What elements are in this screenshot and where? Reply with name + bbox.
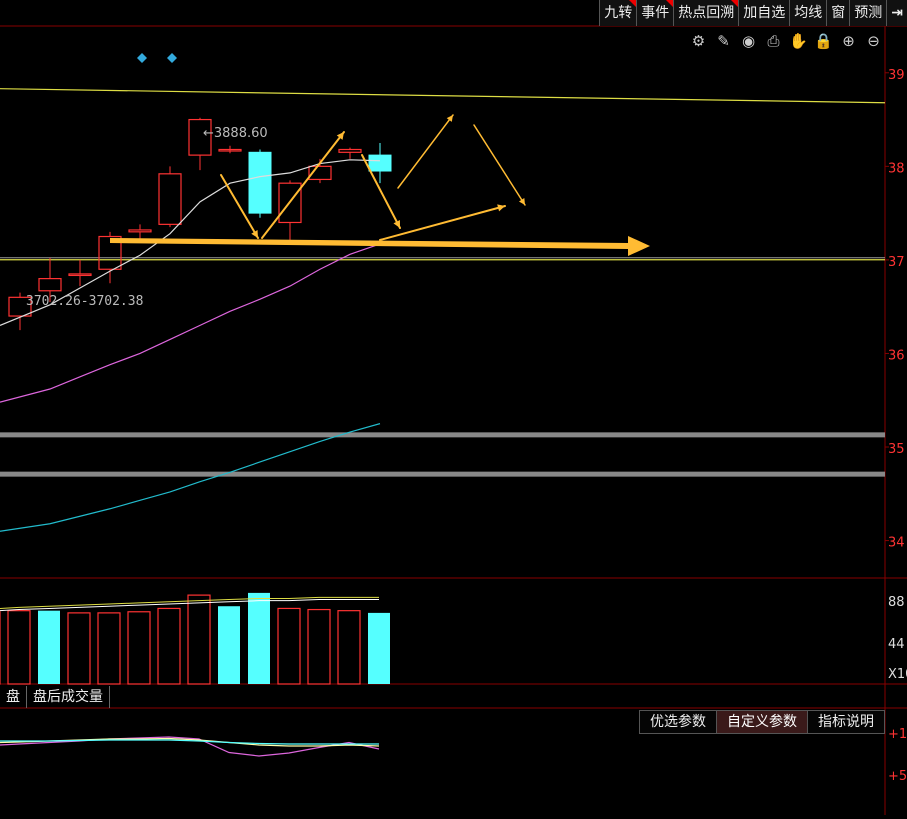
volume-bar — [7, 610, 31, 685]
candle — [158, 166, 182, 228]
volume-bar — [248, 592, 270, 684]
top-toolbar: 九转 事件 热点回溯 加自选 均线 窗 预测 ⇥ — [599, 0, 907, 26]
price-tick-label: 35 — [888, 442, 905, 457]
settings-icon[interactable]: ⚙ — [689, 31, 708, 50]
chart-canvas[interactable]: 39 38 37 36 35 34 ←3888.60 3702.26-3702.38 88 44 X… — [0, 0, 907, 815]
ma-long-line — [0, 423, 381, 532]
tab-partial[interactable]: 盘 — [0, 686, 27, 708]
volume-bar — [337, 610, 361, 685]
low-price-label: 3702.26-3702.38 — [26, 294, 143, 309]
lock-icon[interactable]: 🔒 — [814, 31, 833, 50]
volume-tick-label: 88 — [888, 595, 905, 610]
volume-bar — [97, 612, 121, 685]
signal-diamond — [167, 53, 177, 63]
arrow-up-forecast — [397, 114, 454, 189]
price-tick-label: 38 — [888, 161, 905, 176]
chart-tool-icons: ⚙ ✎ ◉ ⎙ ✋ 🔒 ⊕ ⊖ — [689, 31, 883, 50]
price-tick-label: 34 — [888, 536, 905, 551]
toolbar-events[interactable]: 事件 — [636, 0, 674, 26]
candle-body — [248, 151, 272, 214]
volume-bar — [307, 608, 331, 685]
volume-bar — [368, 612, 390, 684]
indicator-tabs: 优选参数 自定义参数 指标说明 — [639, 710, 885, 734]
candle — [338, 147, 362, 159]
price-tick-label: 37 — [888, 255, 905, 270]
candle-body — [128, 229, 152, 233]
volume-tick-label: X10 — [888, 667, 907, 682]
indicator-tick-label: +1 — [888, 727, 907, 742]
candle-body — [158, 173, 182, 225]
volume-tick-label: 44 — [888, 637, 905, 652]
grey-band — [0, 432, 885, 438]
candle-body — [338, 148, 362, 153]
toolbar-nine-turn[interactable]: 九转 — [599, 0, 637, 26]
candle — [248, 149, 272, 218]
price-tick-label: 36 — [888, 348, 905, 363]
arrow-down-forecast — [473, 124, 526, 206]
volume-bar — [127, 611, 151, 685]
candle-body — [68, 273, 92, 277]
zoom-out-icon[interactable]: ⊖ — [864, 31, 883, 50]
toolbar-moving-average[interactable]: 均线 — [789, 0, 827, 26]
signal-diamond — [137, 53, 147, 63]
tab-custom-params[interactable]: 自定义参数 — [716, 710, 808, 734]
candle — [368, 142, 392, 184]
price-tick-label: 39 — [888, 68, 905, 83]
arrow-up-first — [261, 131, 345, 239]
tab-after-hours-volume[interactable]: 盘后成交量 — [27, 686, 110, 708]
volume-bar — [277, 607, 301, 685]
toolbar-window[interactable]: 窗 — [826, 0, 850, 26]
kline-chart-window: 39 38 37 36 35 34 ←3888.60 3702.26-3702.38 88 44 X… — [0, 0, 907, 815]
volume-bar — [157, 607, 181, 685]
zoom-in-icon[interactable]: ⊕ — [839, 31, 858, 50]
hand-icon[interactable]: ✋ — [789, 31, 808, 50]
eye-icon[interactable]: ◉ — [739, 31, 758, 50]
candle — [218, 145, 242, 154]
pen-icon[interactable]: ✎ — [714, 31, 733, 50]
yellow-trend-line — [0, 88, 886, 104]
tab-preferred-params[interactable]: 优选参数 — [639, 710, 717, 734]
tab-indicator-description[interactable]: 指标说明 — [807, 710, 885, 734]
exit-icon[interactable]: ⇥ — [886, 0, 907, 26]
toolbar-hotspot-review[interactable]: 热点回溯 — [673, 0, 739, 26]
candle-body — [368, 154, 392, 172]
toolbar-add-watchlist[interactable]: 加自选 — [738, 0, 790, 26]
volume-bar — [67, 612, 91, 685]
printer-icon[interactable]: ⎙ — [764, 31, 783, 50]
ma-mid-line — [0, 243, 381, 403]
toolbar-forecast[interactable]: 预测 — [849, 0, 887, 26]
candle-body — [38, 278, 62, 292]
indicator-tick-label: +5 — [888, 769, 907, 784]
volume-tabs: 盘 盘后成交量 — [0, 686, 110, 708]
volume-bar — [187, 594, 211, 685]
high-price-label: ←3888.60 — [203, 126, 268, 141]
volume-bar — [38, 610, 60, 684]
volume-bar — [218, 606, 240, 684]
grey-band — [0, 471, 885, 477]
candle — [68, 259, 92, 287]
